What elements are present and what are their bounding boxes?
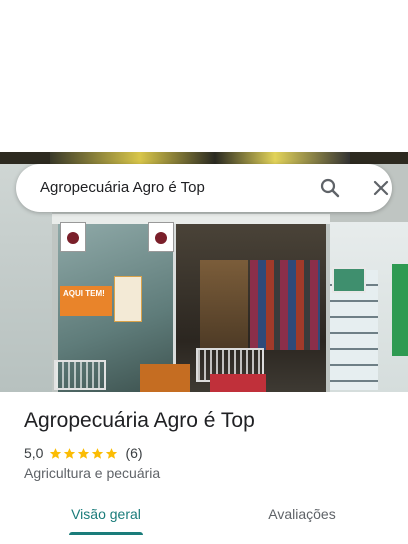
rating-row[interactable]: 5,0 (6) [24,444,143,462]
awning [52,214,330,224]
green-sign [392,264,408,356]
cage [54,360,106,390]
window-poster: AQUI TEM! [60,286,112,316]
merchandise-rack [250,260,320,350]
search-icon[interactable] [318,176,342,200]
rack-card [332,267,366,293]
star-icon [50,447,62,459]
store-sign [50,152,350,164]
star-icon [106,447,118,459]
close-icon[interactable] [369,176,393,200]
star-icon [92,447,104,459]
star-rating [49,447,119,460]
rating-value: 5,0 [24,445,44,461]
search-bar[interactable]: Agropecuária Agro é Top [16,164,392,212]
place-title: Agropecuária Agro é Top [24,409,255,432]
tab-overview[interactable]: Visão geral [54,496,158,536]
shelf [200,260,248,350]
red-crate [210,374,266,392]
review-count[interactable]: (6) [125,445,142,461]
window-poster-product [114,276,142,322]
selected-tab-indicator [69,532,143,535]
star-icon [78,447,90,459]
logo-sticker [60,222,86,252]
place-tabs: Visão geral Avaliações [0,496,408,544]
logo-sticker [148,222,174,252]
place-category: Agricultura e pecuária [24,465,161,481]
search-input[interactable]: Agropecuária Agro é Top [40,164,205,212]
place-page: AQUI TEM! Agropecuária Agro é Top Agrope… [0,0,408,544]
counter [140,364,190,392]
star-icon [64,447,76,459]
tab-reviews[interactable]: Avaliações [250,496,354,536]
